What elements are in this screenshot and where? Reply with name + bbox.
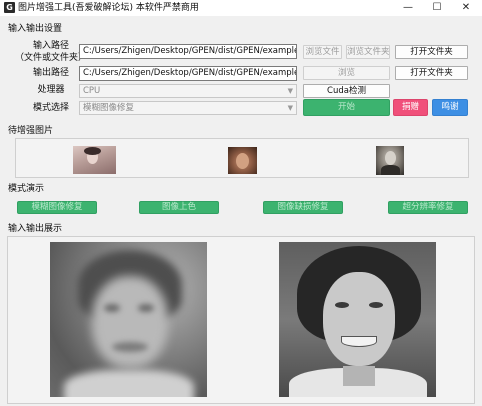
mode-select[interactable]: 模糊图像修复 ▼ [79, 101, 297, 115]
start-button[interactable]: 开始 [303, 99, 390, 116]
app-icon: G [4, 2, 15, 13]
output-image-preview [279, 242, 436, 397]
window-title: 图片增强工具(吾爱破解论坛) 本软件严禁商用 [18, 3, 199, 13]
cuda-check-button[interactable]: Cuda检测 [303, 84, 390, 98]
donate-button[interactable]: 捐赠 [393, 99, 428, 116]
demo-super-resolution-button[interactable]: 超分辨率修复 [388, 201, 468, 214]
pending-images-title: 待增强图片 [8, 126, 54, 136]
minimize-button[interactable]: — [394, 0, 422, 16]
io-display-title: 输入输出展示 [8, 224, 63, 234]
title-bar[interactable]: G 图片增强工具(吾爱破解论坛) 本软件严禁商用 — ☐ ✕ [0, 0, 482, 16]
processor-select-value: CPU [83, 86, 101, 96]
thumbnail-image-2[interactable] [228, 147, 257, 174]
chevron-down-icon: ▼ [287, 104, 293, 112]
thumbnail-image-3[interactable] [376, 146, 404, 175]
browse-output-button[interactable]: 浏览 [303, 66, 390, 80]
input-image-preview [50, 242, 207, 397]
io-settings-title: 输入输出设置 [8, 24, 63, 34]
mode-label: 模式选择 [32, 103, 69, 113]
open-output-folder-button[interactable]: 打开文件夹 [395, 66, 468, 80]
thanks-button[interactable]: 鸣谢 [432, 99, 468, 116]
mode-select-value: 模糊图像修复 [83, 103, 135, 113]
demo-blur-restore-button[interactable]: 模糊图像修复 [17, 201, 97, 214]
demo-colorize-button[interactable]: 图像上色 [139, 201, 219, 214]
browse-folder-button[interactable]: 浏览文件夹 [346, 45, 390, 59]
input-path-field[interactable]: C:/Users/Zhigen/Desktop/GPEN/dist/GPEN/e… [79, 44, 297, 59]
input-path-sublabel: （文件或文件夹） [14, 53, 87, 63]
close-button[interactable]: ✕ [452, 0, 480, 16]
mode-demo-title: 模式演示 [8, 184, 45, 194]
browse-file-button[interactable]: 浏览文件 [303, 45, 342, 59]
open-input-folder-button[interactable]: 打开文件夹 [395, 45, 468, 59]
demo-inpaint-button[interactable]: 图像缺损修复 [263, 201, 343, 214]
chevron-down-icon: ▼ [287, 87, 293, 95]
processor-label: 处理器 [37, 85, 65, 95]
input-path-label: 输入路径 [32, 41, 69, 51]
maximize-button[interactable]: ☐ [423, 0, 451, 16]
output-path-label: 输出路径 [32, 68, 69, 78]
output-path-field[interactable]: C:/Users/Zhigen/Desktop/GPEN/dist/GPEN/e… [79, 66, 297, 81]
thumbnail-image-1[interactable] [73, 146, 116, 174]
processor-select[interactable]: CPU ▼ [79, 84, 297, 98]
